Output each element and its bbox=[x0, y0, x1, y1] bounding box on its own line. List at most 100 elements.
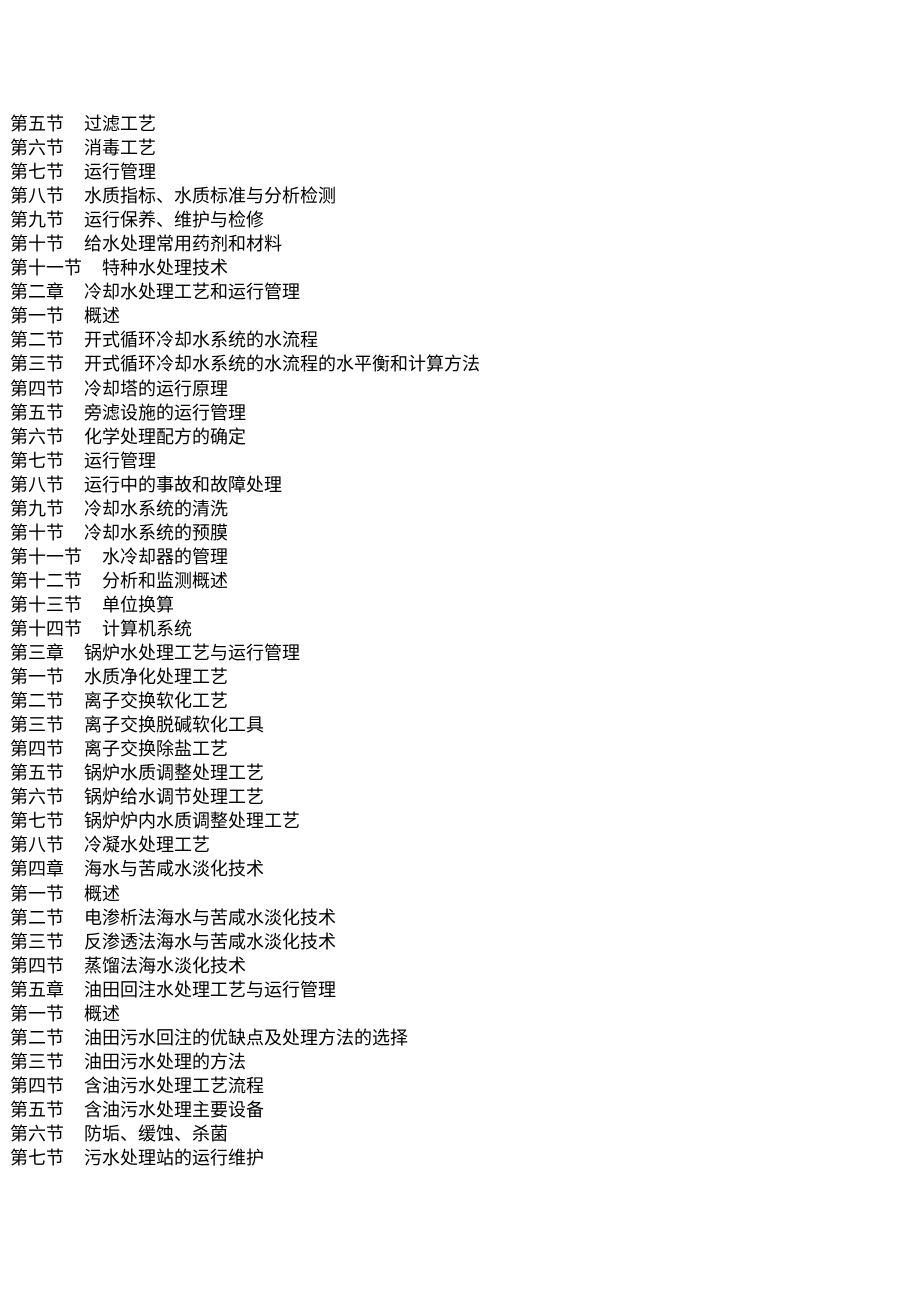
toc-section-entry: 第二节 油田污水回注的优缺点及处理方法的选择 bbox=[10, 1027, 480, 1051]
toc-entry-title: 海水与苦咸水淡化技术 bbox=[84, 859, 264, 881]
toc-section-entry: 第六节 锅炉给水调节处理工艺 bbox=[10, 786, 480, 810]
toc-entry-title: 水冷却器的管理 bbox=[102, 546, 228, 568]
toc-entry-label: 第三章 bbox=[10, 643, 64, 665]
toc-entry-label: 第一节 bbox=[10, 1003, 64, 1025]
toc-entry-title: 运行保养、维护与检修 bbox=[84, 210, 264, 232]
toc-entry-title: 冷却水系统的预膜 bbox=[84, 522, 228, 544]
toc-section-entry: 第四节 蒸馏法海水淡化技术 bbox=[10, 955, 480, 979]
toc-section-entry: 第二节 开式循环冷却水系统的水流程 bbox=[10, 329, 480, 353]
toc-entry-label: 第十四节 bbox=[10, 619, 82, 640]
toc-section-entry: 第七节 污水处理站的运行维护 bbox=[10, 1147, 480, 1171]
toc-entry-title: 油田污水处理的方法 bbox=[84, 1051, 246, 1073]
toc-entry-label: 第十节 bbox=[10, 234, 64, 256]
toc-entry-label: 第五节 bbox=[10, 763, 64, 785]
toc-section-entry: 第八节 水质指标、水质标准与分析检测 bbox=[10, 185, 480, 209]
toc-entry-title: 锅炉水质调整处理工艺 bbox=[84, 763, 264, 785]
toc-entry-title: 锅炉水处理工艺与运行管理 bbox=[84, 643, 300, 665]
toc-entry-title: 油田回注水处理工艺与运行管理 bbox=[84, 979, 336, 1001]
toc-entry-label: 第八节 bbox=[10, 835, 64, 857]
toc-entry-label: 第九节 bbox=[10, 210, 64, 232]
toc-entry-title: 给水处理常用药剂和材料 bbox=[84, 234, 282, 256]
toc-entry-title: 蒸馏法海水淡化技术 bbox=[84, 955, 246, 977]
toc-section-entry: 第十节 冷却水系统的预膜 bbox=[10, 522, 480, 546]
toc-entry-label: 第一节 bbox=[10, 883, 64, 905]
table-of-contents: 第五节 过滤工艺 第六节 消毒工艺 第七节 运行管理 第八节 水质指标、水质标准… bbox=[10, 113, 480, 1171]
toc-entry-label: 第一节 bbox=[10, 306, 64, 328]
toc-chapter-entry: 第五章 油田回注水处理工艺与运行管理 bbox=[10, 979, 480, 1003]
toc-entry-title: 分析和监测概述 bbox=[102, 570, 228, 592]
toc-section-entry: 第三节 反渗透法海水与苦咸水淡化技术 bbox=[10, 931, 480, 955]
toc-entry-label: 第四章 bbox=[10, 859, 64, 881]
toc-chapter-entry: 第四章 海水与苦咸水淡化技术 bbox=[10, 858, 480, 882]
toc-entry-title: 污水处理站的运行维护 bbox=[84, 1148, 264, 1170]
toc-entry-title: 运行管理 bbox=[84, 450, 156, 472]
toc-section-entry: 第三节 离子交换脱碱软化工具 bbox=[10, 714, 480, 738]
toc-entry-label: 第七节 bbox=[10, 1148, 64, 1170]
toc-section-entry: 第十一节 特种水处理技术 bbox=[10, 257, 480, 281]
toc-entry-title: 过滤工艺 bbox=[84, 114, 156, 136]
toc-section-entry: 第五节 含油污水处理主要设备 bbox=[10, 1099, 480, 1123]
toc-section-entry: 第十二节 分析和监测概述 bbox=[10, 570, 480, 594]
toc-chapter-entry: 第二章 冷却水处理工艺和运行管理 bbox=[10, 281, 480, 305]
toc-entry-label: 第三节 bbox=[10, 715, 64, 737]
toc-entry-title: 单位换算 bbox=[102, 594, 174, 616]
toc-section-entry: 第七节 锅炉炉内水质调整处理工艺 bbox=[10, 810, 480, 834]
toc-entry-label: 第四节 bbox=[10, 378, 64, 400]
toc-entry-label: 第五章 bbox=[10, 979, 64, 1001]
toc-entry-title: 水质净化处理工艺 bbox=[84, 667, 228, 689]
toc-section-entry: 第二节 离子交换软化工艺 bbox=[10, 690, 480, 714]
toc-entry-label: 第五节 bbox=[10, 114, 64, 136]
toc-section-entry: 第八节 运行中的事故和故障处理 bbox=[10, 474, 480, 498]
toc-entry-title: 锅炉炉内水质调整处理工艺 bbox=[84, 811, 300, 833]
toc-entry-label: 第六节 bbox=[10, 1123, 64, 1145]
toc-entry-label: 第六节 bbox=[10, 138, 64, 160]
toc-entry-title: 含油污水处理工艺流程 bbox=[84, 1075, 264, 1097]
toc-entry-title: 开式循环冷却水系统的水流程 bbox=[84, 330, 318, 352]
toc-section-entry: 第六节 消毒工艺 bbox=[10, 137, 480, 161]
toc-entry-label: 第二节 bbox=[10, 330, 64, 352]
toc-section-entry: 第四节 冷却塔的运行原理 bbox=[10, 378, 480, 402]
toc-entry-label: 第二节 bbox=[10, 691, 64, 713]
toc-entry-title: 化学处理配方的确定 bbox=[84, 426, 246, 448]
toc-entry-label: 第十一节 bbox=[10, 258, 82, 280]
toc-entry-title: 含油污水处理主要设备 bbox=[84, 1099, 264, 1121]
toc-entry-title: 冷却水处理工艺和运行管理 bbox=[84, 282, 300, 304]
toc-section-entry: 第九节 冷却水系统的清洗 bbox=[10, 498, 480, 522]
toc-section-entry: 第十四节 计算机系统 bbox=[10, 618, 480, 642]
toc-section-entry: 第四节 离子交换除盐工艺 bbox=[10, 738, 480, 762]
toc-entry-title: 冷却塔的运行原理 bbox=[84, 378, 228, 400]
toc-entry-title: 计算机系统 bbox=[102, 619, 192, 640]
toc-chapter-entry: 第三章 锅炉水处理工艺与运行管理 bbox=[10, 642, 480, 666]
toc-entry-label: 第三节 bbox=[10, 931, 64, 953]
toc-section-entry: 第五节 过滤工艺 bbox=[10, 113, 480, 137]
toc-entry-label: 第三节 bbox=[10, 354, 64, 376]
toc-entry-title: 反渗透法海水与苦咸水淡化技术 bbox=[84, 931, 336, 953]
toc-entry-label: 第二节 bbox=[10, 907, 64, 929]
toc-entry-label: 第五节 bbox=[10, 402, 64, 424]
toc-section-entry: 第七节 运行管理 bbox=[10, 450, 480, 474]
toc-section-entry: 第七节 运行管理 bbox=[10, 161, 480, 185]
toc-entry-title: 电渗析法海水与苦咸水淡化技术 bbox=[84, 907, 336, 929]
toc-section-entry: 第五节 旁滤设施的运行管理 bbox=[10, 402, 480, 426]
toc-entry-label: 第十节 bbox=[10, 522, 64, 544]
toc-entry-label: 第七节 bbox=[10, 450, 64, 472]
toc-entry-label: 第一节 bbox=[10, 667, 64, 689]
toc-entry-label: 第八节 bbox=[10, 186, 64, 208]
toc-entry-title: 离子交换除盐工艺 bbox=[84, 739, 228, 761]
toc-entry-title: 概述 bbox=[84, 1003, 120, 1025]
toc-entry-title: 离子交换脱碱软化工具 bbox=[84, 715, 264, 737]
toc-entry-title: 运行管理 bbox=[84, 162, 156, 184]
toc-entry-title: 特种水处理技术 bbox=[102, 258, 228, 280]
toc-section-entry: 第一节 概述 bbox=[10, 1003, 480, 1027]
toc-section-entry: 第一节 水质净化处理工艺 bbox=[10, 666, 480, 690]
toc-entry-title: 概述 bbox=[84, 306, 120, 328]
toc-entry-title: 运行中的事故和故障处理 bbox=[84, 474, 282, 496]
toc-section-entry: 第三节 油田污水处理的方法 bbox=[10, 1051, 480, 1075]
toc-entry-label: 第四节 bbox=[10, 955, 64, 977]
toc-entry-title: 消毒工艺 bbox=[84, 138, 156, 160]
toc-entry-label: 第六节 bbox=[10, 426, 64, 448]
toc-entry-label: 第二章 bbox=[10, 282, 64, 304]
toc-entry-label: 第四节 bbox=[10, 1075, 64, 1097]
toc-entry-label: 第十一节 bbox=[10, 546, 82, 568]
toc-entry-label: 第二节 bbox=[10, 1027, 64, 1049]
